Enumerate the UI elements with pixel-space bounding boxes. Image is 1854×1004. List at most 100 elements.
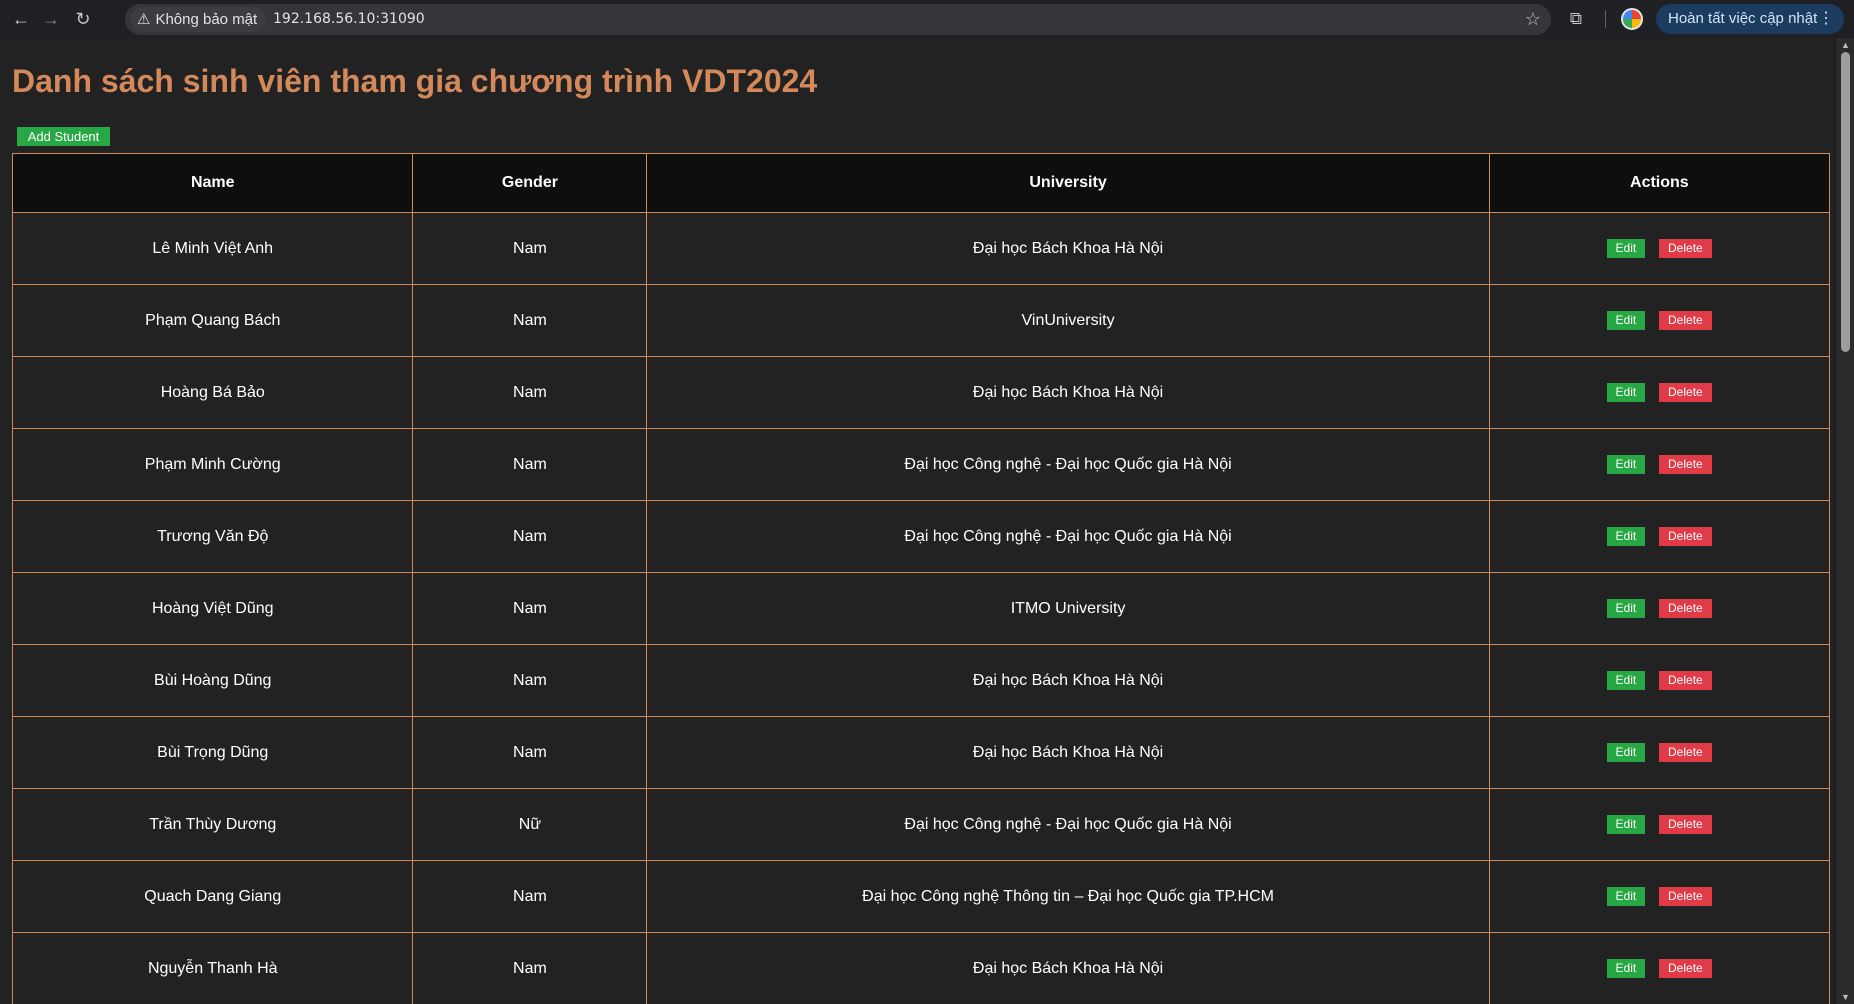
row-actions: Edit Delete	[1488, 284, 1831, 357]
student-university: Đại học Bách Khoa Hà Nội	[646, 644, 1490, 717]
student-university: ITMO University	[646, 572, 1490, 645]
edit-button[interactable]: Edit	[1606, 239, 1645, 258]
delete-button[interactable]: Delete	[1658, 815, 1712, 834]
table-header-row: Name Gender University Actions	[11, 153, 1831, 213]
delete-button[interactable]: Delete	[1658, 599, 1712, 618]
table-row: Trần Thùy Dương Nữ Đại học Công nghệ - Đại…	[11, 788, 1831, 861]
table-row: Bùi Hoàng Dũng Nam Đại học Bách Khoa Hà Nộ…	[11, 644, 1831, 717]
row-actions: Edit Delete	[1488, 860, 1831, 933]
delete-button[interactable]: Delete	[1658, 455, 1712, 474]
delete-button[interactable]: Delete	[1658, 743, 1712, 762]
table-row: Quach Dang Giang Nam Đại học Công nghệ Thô…	[11, 860, 1831, 933]
student-name: Trương Văn Độ	[11, 500, 414, 573]
table-row: Phạm Quang Bách Nam VinUniversity Edit Delet…	[11, 284, 1831, 357]
student-gender: Nữ	[412, 788, 648, 861]
student-gender: Nam	[412, 572, 648, 645]
student-university: Đại học Bách Khoa Hà Nội	[646, 212, 1490, 285]
update-button[interactable]: Hoàn tất việc cập nhật ⋮	[1656, 4, 1844, 34]
student-name: Bùi Trọng Dũng	[11, 716, 414, 789]
student-name: Trần Thùy Dương	[11, 788, 414, 861]
student-name: Hoàng Việt Dũng	[11, 572, 414, 645]
table-row: Phạm Minh Cường Nam Đại học Công nghệ - Đạ…	[11, 428, 1831, 501]
delete-button[interactable]: Delete	[1658, 311, 1712, 330]
profile-avatar[interactable]	[1621, 8, 1643, 30]
row-actions: Edit Delete	[1488, 572, 1831, 645]
extensions-icon[interactable]: ⧉	[1563, 6, 1589, 32]
table-row: Lê Minh Việt Anh Nam Đại học Bách Khoa Hà …	[11, 212, 1831, 285]
add-student-button[interactable]: Add Student	[17, 127, 110, 146]
student-university: Đại học Công nghệ - Đại học Quốc gia Hà …	[646, 428, 1490, 501]
student-university: VinUniversity	[646, 284, 1490, 357]
scroll-down-icon[interactable]: ▼	[1841, 992, 1850, 1002]
bookmark-star-icon[interactable]: ☆	[1525, 4, 1541, 35]
edit-button[interactable]: Edit	[1606, 383, 1645, 402]
student-gender: Nam	[412, 716, 648, 789]
security-chip[interactable]: ⚠ Không bảo mật	[131, 7, 267, 32]
row-actions: Edit Delete	[1488, 932, 1831, 1004]
row-actions: Edit Delete	[1488, 788, 1831, 861]
column-header-name: Name	[11, 153, 414, 213]
row-actions: Edit Delete	[1488, 428, 1831, 501]
student-name: Lê Minh Việt Anh	[11, 212, 414, 285]
address-bar[interactable]: ⚠ Không bảo mật 192.168.56.10:31090 ☆	[125, 4, 1551, 35]
page-title: Danh sách sinh viên tham gia chương trìn…	[12, 63, 818, 99]
delete-button[interactable]: Delete	[1658, 959, 1712, 978]
page-scrollbar[interactable]: ▲ ▼	[1837, 38, 1854, 1004]
student-name: Bùi Hoàng Dũng	[11, 644, 414, 717]
back-icon[interactable]: ←	[8, 6, 34, 32]
student-gender: Nam	[412, 428, 648, 501]
student-gender: Nam	[412, 644, 648, 717]
student-gender: Nam	[412, 932, 648, 1004]
student-university: Đại học Bách Khoa Hà Nội	[646, 932, 1490, 1004]
student-gender: Nam	[412, 860, 648, 933]
toolbar-divider	[1605, 10, 1606, 28]
more-vert-icon: ⋮	[1818, 10, 1834, 27]
edit-button[interactable]: Edit	[1606, 887, 1645, 906]
column-header-gender: Gender	[412, 153, 648, 213]
student-gender: Nam	[412, 500, 648, 573]
delete-button[interactable]: Delete	[1658, 671, 1712, 690]
table-row: Hoàng Việt Dũng Nam ITMO University Edit Del…	[11, 572, 1831, 645]
student-gender: Nam	[412, 212, 648, 285]
row-actions: Edit Delete	[1488, 212, 1831, 285]
update-label: Hoàn tất việc cập nhật	[1668, 10, 1818, 27]
table-row: Bùi Trọng Dũng Nam Đại học Bách Khoa Hà Nộ…	[11, 716, 1831, 789]
row-actions: Edit Delete	[1488, 500, 1831, 573]
delete-button[interactable]: Delete	[1658, 527, 1712, 546]
forward-icon[interactable]: →	[38, 6, 64, 32]
row-actions: Edit Delete	[1488, 644, 1831, 717]
student-university: Đại học Bách Khoa Hà Nội	[646, 716, 1490, 789]
warning-icon: ⚠	[137, 11, 151, 28]
student-name: Nguyễn Thanh Hà	[11, 932, 414, 1004]
edit-button[interactable]: Edit	[1606, 959, 1645, 978]
browser-toolbar: ← → ↻ ⚠ Không bảo mật 192.168.56.10:3109…	[0, 0, 1854, 38]
delete-button[interactable]: Delete	[1658, 383, 1712, 402]
column-header-university: University	[646, 153, 1490, 213]
students-table: Name Gender University Actions Lê Minh V…	[11, 153, 1831, 1004]
delete-button[interactable]: Delete	[1658, 887, 1712, 906]
edit-button[interactable]: Edit	[1606, 599, 1645, 618]
url-text[interactable]: 192.168.56.10:31090	[273, 4, 425, 35]
edit-button[interactable]: Edit	[1606, 743, 1645, 762]
page-content: Danh sách sinh viên tham gia chương trìn…	[5, 38, 1837, 1004]
edit-button[interactable]: Edit	[1606, 311, 1645, 330]
student-university: Đại học Công nghệ Thông tin – Đại học Qu…	[646, 860, 1490, 933]
row-actions: Edit Delete	[1488, 356, 1831, 429]
table-row: Trương Văn Độ Nam Đại học Công nghệ - Đại …	[11, 500, 1831, 573]
delete-button[interactable]: Delete	[1658, 239, 1712, 258]
scroll-thumb[interactable]	[1841, 52, 1850, 352]
student-name: Phạm Minh Cường	[11, 428, 414, 501]
scroll-up-icon[interactable]: ▲	[1841, 40, 1850, 50]
student-name: Hoàng Bá Bảo	[11, 356, 414, 429]
student-university: Đại học Công nghệ - Đại học Quốc gia Hà …	[646, 788, 1490, 861]
edit-button[interactable]: Edit	[1606, 815, 1645, 834]
row-actions: Edit Delete	[1488, 716, 1831, 789]
edit-button[interactable]: Edit	[1606, 527, 1645, 546]
edit-button[interactable]: Edit	[1606, 455, 1645, 474]
student-university: Đại học Công nghệ - Đại học Quốc gia Hà …	[646, 500, 1490, 573]
reload-icon[interactable]: ↻	[70, 6, 96, 32]
student-university: Đại học Bách Khoa Hà Nội	[646, 356, 1490, 429]
student-name: Phạm Quang Bách	[11, 284, 414, 357]
table-row: Hoàng Bá Bảo Nam Đại học Bách Khoa Hà Nội E…	[11, 356, 1831, 429]
edit-button[interactable]: Edit	[1606, 671, 1645, 690]
